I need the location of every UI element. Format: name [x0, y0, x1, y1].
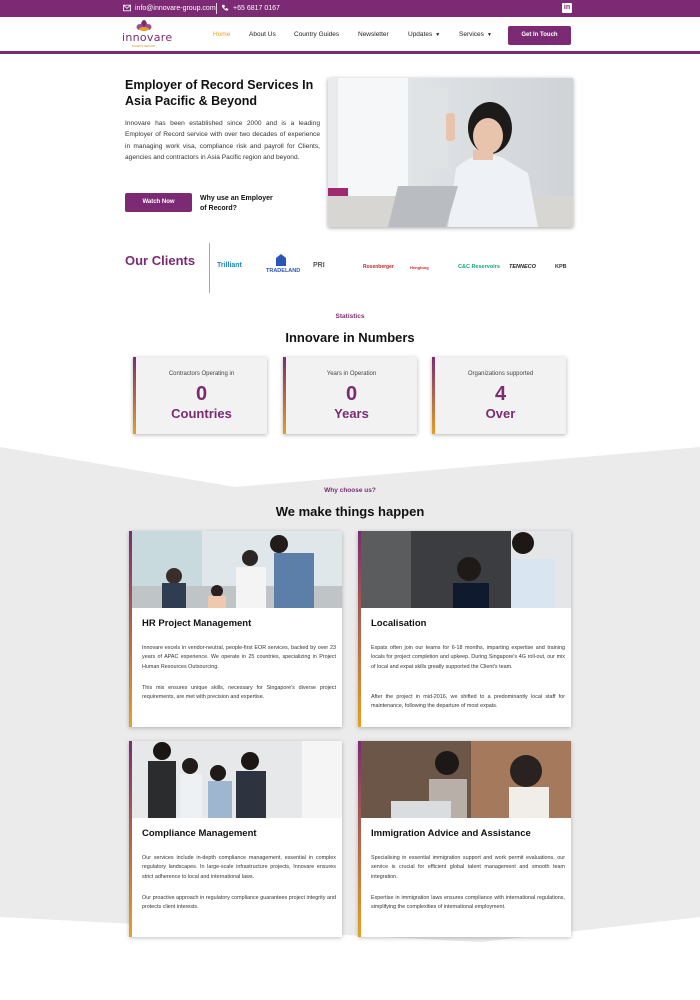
card-paragraph-1: Specialising in essential immigration su…	[371, 855, 565, 880]
linkedin-icon[interactable]: in	[562, 3, 572, 13]
why-eor-link[interactable]: Why use an Employer of Record?	[200, 194, 280, 214]
card-title: Compliance Management	[142, 828, 257, 839]
innovare-logo[interactable]: innovare TALENT GROUP	[122, 20, 172, 50]
hero-photo-illustration	[328, 78, 573, 227]
stat-number: 4	[494, 383, 507, 405]
logo-tagline: TALENT GROUP	[132, 44, 156, 48]
nav-services-label: Services	[459, 31, 484, 38]
service-card-localisation: Localisation Expats often join our teams…	[358, 531, 571, 727]
card-paragraph-2: After the project in mid-2016, we shifte…	[371, 694, 565, 710]
statistics-eyebrow: Statistics	[335, 313, 365, 320]
card-title: Localisation	[371, 618, 427, 629]
card-photo-meeting-laptop	[361, 741, 571, 818]
nav-newsletter[interactable]: Newsletter	[358, 31, 389, 38]
chevron-down-icon: ▼	[486, 32, 492, 38]
why-choose-eyebrow: Why choose us?	[324, 487, 376, 494]
hero-description: Innovare has been established since 2000…	[125, 120, 320, 161]
watch-now-button[interactable]: Watch Now	[125, 193, 192, 212]
service-card-hr-project-management: HR Project Management Innovare excels in…	[129, 531, 342, 727]
client-logo-pri: PRI	[313, 262, 325, 269]
card-title: Immigration Advice and Assistance	[371, 828, 531, 839]
card-paragraph-2: Our proactive approach in regulatory com…	[142, 895, 336, 911]
client-logo-cc-reservoirs: C&C Reservoirs	[458, 264, 500, 270]
nav-about-us[interactable]: About Us	[249, 31, 276, 38]
nav-services[interactable]: Services ▼	[459, 31, 492, 38]
service-card-compliance-management: Compliance Management Our services inclu…	[129, 741, 342, 937]
why-section-background	[0, 447, 700, 942]
hero-photo-woman-laptop	[328, 78, 573, 227]
card-title: HR Project Management	[142, 618, 252, 629]
two-men-photo-illustration	[361, 531, 571, 608]
team-photo-illustration	[132, 531, 342, 608]
clients-divider	[209, 243, 210, 293]
card-paragraph-1: Our services include in-depth compliance…	[142, 855, 336, 880]
stat-number: 0	[345, 383, 358, 405]
phone-icon	[221, 4, 229, 11]
card-photo-team-laptop	[132, 531, 342, 608]
nav-updates[interactable]: Updates ▼	[408, 31, 440, 38]
nav-country-guides[interactable]: Country Guides	[294, 31, 339, 38]
email-link[interactable]: info@innovare-group.com	[123, 4, 216, 12]
meeting-photo-illustration	[361, 741, 571, 818]
card-paragraph-1: Innovare excels in vendor-neutral, peopl…	[142, 645, 336, 670]
our-clients-text: Our Clients	[125, 253, 196, 268]
stat-label: Years in Operation	[326, 371, 377, 377]
logo-wordmark: innovare	[122, 31, 173, 44]
nav-updates-label: Updates	[408, 31, 433, 38]
client-logo-kpb: KPB	[555, 264, 567, 270]
main-header: innovare TALENT GROUP Home About Us Coun…	[0, 17, 700, 54]
card-paragraph-1: Expats often join our teams for 6-18 mon…	[371, 645, 565, 670]
card-photo-two-men-desk	[361, 531, 571, 608]
client-logo-tradeland: TRADELAND	[266, 268, 301, 274]
stat-card-years: Years in Operation 0 Years	[283, 357, 417, 434]
our-clients-title: Our Clients	[125, 252, 195, 269]
nav-home[interactable]: Home	[213, 31, 230, 38]
client-logo-hengtong: Hengtong	[410, 265, 429, 270]
why-choose-title: We make things happen	[275, 504, 425, 519]
stat-unit: Over	[485, 406, 516, 421]
stat-label: Organizations supported	[467, 371, 534, 377]
stat-label: Contractors Operating in	[168, 371, 235, 377]
chevron-down-icon: ▼	[435, 32, 441, 38]
stat-unit: Years	[334, 406, 369, 421]
service-card-immigration-advice: Immigration Advice and Assistance Specia…	[358, 741, 571, 937]
stat-number: 0	[195, 383, 208, 405]
client-logo-trilliant: Trilliant	[217, 262, 242, 269]
top-contact-bar: info@innovare-group.com +65 6817 0167 in	[0, 0, 700, 17]
topbar-divider	[216, 3, 217, 14]
card-paragraph-2: Expertise in immigration laws ensures co…	[371, 895, 565, 911]
stat-unit: Countries	[171, 406, 232, 421]
phone-link[interactable]: +65 6817 0167	[221, 4, 280, 12]
mail-icon	[123, 4, 131, 12]
tradeland-logo-icon	[276, 254, 286, 266]
client-logo-tenneco: TENNECO	[509, 264, 536, 270]
client-logo-rosenberger: Rosenberger	[363, 264, 394, 270]
business-group-photo-illustration	[132, 741, 342, 818]
hero-title: Employer of Record Services In Asia Paci…	[125, 78, 314, 108]
email-text[interactable]: info@innovare-group.com	[135, 5, 216, 12]
get-in-touch-button[interactable]: Get In Touch	[508, 26, 571, 45]
card-photo-business-group	[132, 741, 342, 818]
card-paragraph-2: This mix ensures unique skills, necessar…	[142, 685, 336, 701]
stat-card-organizations: Organizations supported 4 Over	[432, 357, 566, 434]
phone-text[interactable]: +65 6817 0167	[233, 5, 280, 12]
stat-card-countries: Contractors Operating in 0 Countries	[133, 357, 267, 434]
statistics-title: Innovare in Numbers	[285, 330, 415, 345]
